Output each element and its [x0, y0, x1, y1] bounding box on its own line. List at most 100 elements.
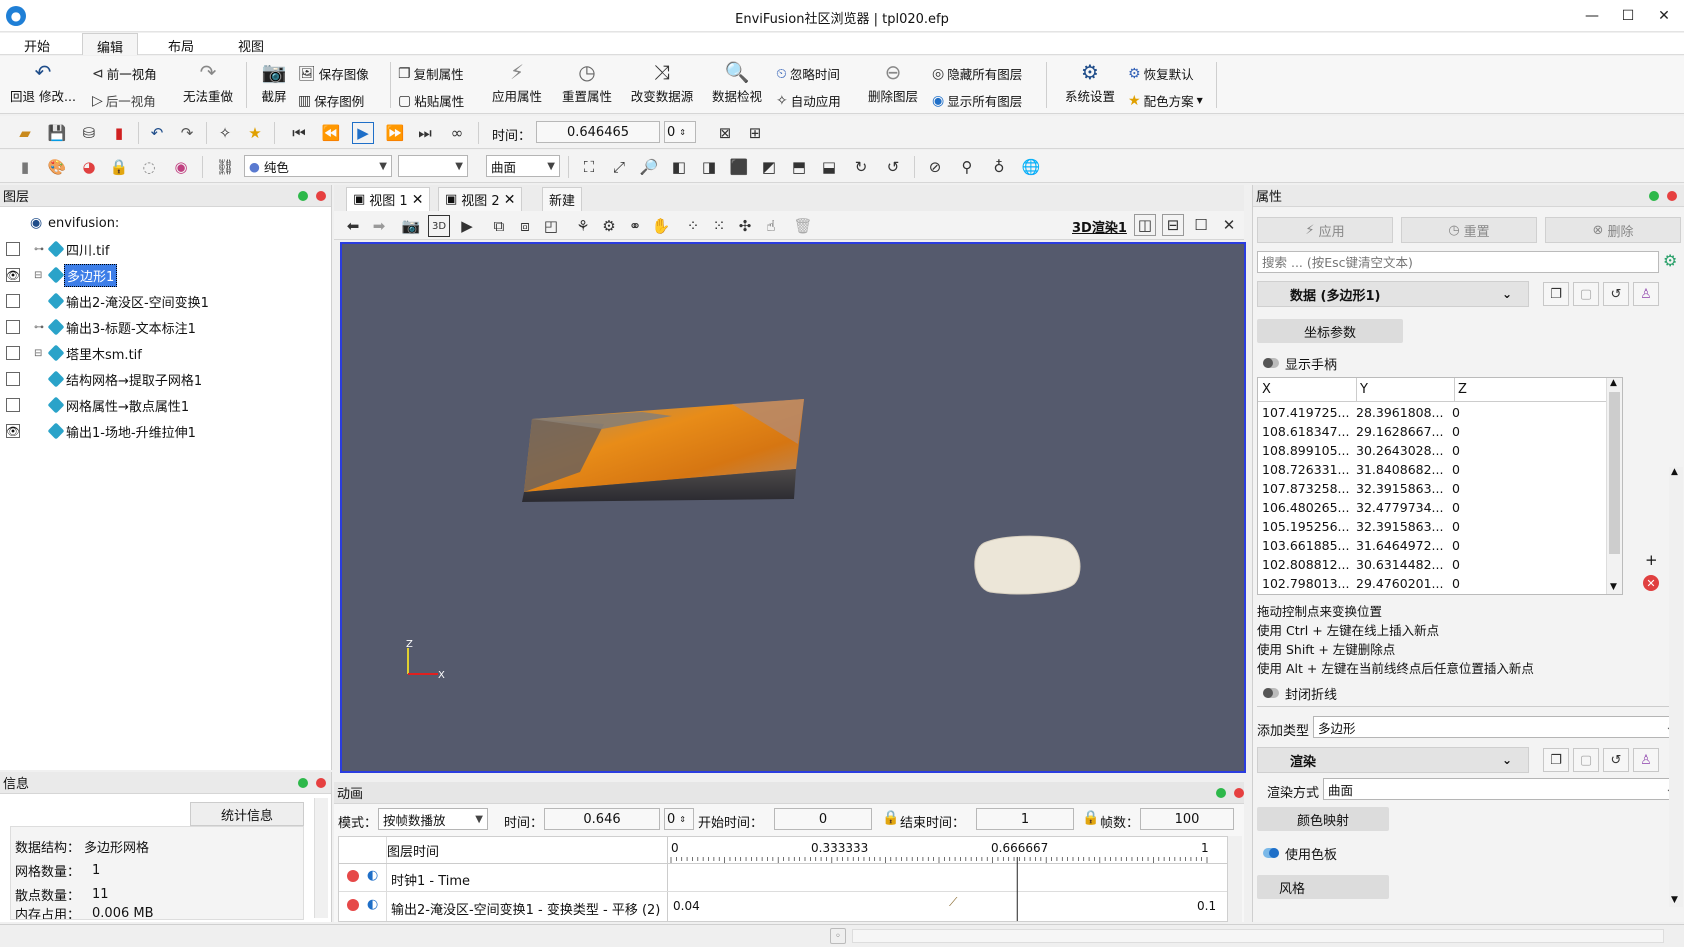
- layer-item[interactable]: ⊶ 四川.tif: [0, 237, 330, 261]
- visibility-checkbox[interactable]: 👁: [6, 268, 20, 282]
- toggle-icon[interactable]: ◐: [367, 897, 378, 912]
- visibility-checkbox[interactable]: [6, 294, 20, 308]
- table-row[interactable]: 108.726331... 31.8408682... 0: [1258, 461, 1604, 480]
- paste-props-button[interactable]: ▢ 粘贴属性: [398, 91, 464, 110]
- layer-item[interactable]: ⊶ 输出3-标题-文本标注1: [0, 315, 330, 339]
- trash-icon[interactable]: 🗑: [792, 215, 814, 237]
- collapse-icon[interactable]: ⊟: [34, 270, 42, 281]
- record-icon[interactable]: [347, 899, 359, 911]
- prev-frame-icon[interactable]: ⏪: [320, 122, 342, 144]
- visibility-checkbox[interactable]: [6, 372, 20, 386]
- play-icon[interactable]: ▶: [352, 122, 374, 144]
- dock-close-icon[interactable]: [316, 778, 326, 788]
- table-row[interactable]: 106.480265... 32.4779734... 0: [1258, 499, 1604, 518]
- table-row[interactable]: 108.618347... 29.1628667... 0: [1258, 423, 1604, 442]
- dock-float-icon[interactable]: [1216, 788, 1226, 798]
- expand-icon[interactable]: ⊶: [34, 322, 44, 333]
- record-icon[interactable]: [347, 870, 359, 882]
- select-polygon-icon[interactable]: ⚭: [624, 215, 646, 237]
- anim-time-field[interactable]: 0.646: [544, 808, 660, 830]
- lock-start-icon[interactable]: 🔒: [882, 810, 899, 826]
- apply-button[interactable]: ⚡ 应用: [1257, 217, 1393, 243]
- mode-select[interactable]: 按帧数播放 ▼: [378, 808, 488, 830]
- column-header-x[interactable]: X: [1262, 382, 1271, 397]
- visibility-checkbox[interactable]: 👁: [6, 424, 20, 438]
- reset-props-button[interactable]: ◷ 重置属性: [556, 58, 618, 105]
- end-time-field[interactable]: 1: [976, 808, 1074, 830]
- tab-view-2[interactable]: ▣ 视图 2 ✕: [438, 187, 523, 211]
- table-row[interactable]: 108.899105... 30.2643028... 0: [1258, 442, 1604, 461]
- layer-item[interactable]: 输出2-淹没区-空间变换1: [0, 289, 330, 313]
- cube-right-icon[interactable]: ◩: [758, 156, 780, 178]
- redo-button[interactable]: ↷ 无法重做: [178, 58, 238, 105]
- link-icon[interactable]: ⛓: [214, 156, 236, 178]
- split-vertical-icon[interactable]: ⊟: [1162, 214, 1184, 236]
- polygon-shape[interactable]: [974, 535, 1081, 595]
- cube-bottom-icon[interactable]: ⬓: [818, 156, 840, 178]
- last-frame-icon[interactable]: ⏭: [414, 122, 436, 144]
- cube-top-icon[interactable]: ⬒: [788, 156, 810, 178]
- tab-view[interactable]: 视图: [232, 36, 270, 55]
- visibility-checkbox[interactable]: [6, 398, 20, 412]
- style-subsection[interactable]: 风格: [1257, 875, 1389, 899]
- table-row[interactable]: 105.195256... 32.3915863... 0: [1258, 518, 1604, 537]
- tab-statistics[interactable]: 统计信息: [190, 802, 304, 826]
- select-cells-icon[interactable]: ⧉: [488, 215, 510, 237]
- terrain-block[interactable]: [522, 399, 804, 502]
- cube-left-icon[interactable]: ⬛: [728, 156, 750, 178]
- next-frame-icon[interactable]: ⏩: [384, 122, 406, 144]
- first-frame-icon[interactable]: ⏮: [288, 122, 310, 144]
- camera-add-icon[interactable]: ⊞: [744, 122, 766, 144]
- rotate-cw-icon[interactable]: ↻: [850, 156, 872, 178]
- zoom-icon[interactable]: 🔎: [638, 156, 660, 178]
- dock-float-icon[interactable]: [1649, 191, 1659, 201]
- dock-close-icon[interactable]: [1234, 788, 1244, 798]
- pin-small-icon[interactable]: ✧: [214, 122, 236, 144]
- scroll-up-icon[interactable]: ▲: [1610, 378, 1617, 388]
- video-icon[interactable]: ▶: [456, 215, 478, 237]
- lock-end-icon[interactable]: 🔒: [1082, 810, 1099, 826]
- copy-prop-icon[interactable]: ❐: [1543, 748, 1569, 772]
- bookmark-icon[interactable]: ▮: [108, 122, 130, 144]
- camera-remove-icon[interactable]: ⊠: [714, 122, 736, 144]
- forward-view-icon[interactable]: ➡: [368, 215, 390, 237]
- status-icon[interactable]: ◦: [830, 928, 846, 944]
- undo-small-icon[interactable]: ↶: [146, 122, 168, 144]
- close-button[interactable]: ✕: [1644, 4, 1684, 28]
- ignore-time-button[interactable]: ⏲ 忽略时间: [776, 64, 840, 83]
- points-scatter-icon[interactable]: ✣: [734, 215, 756, 237]
- properties-scrollbar[interactable]: ▲ ▼: [1669, 467, 1683, 907]
- back-view-icon[interactable]: ⬅: [342, 215, 364, 237]
- property-search-input[interactable]: [1257, 251, 1659, 273]
- reset-button[interactable]: ◷ 重置: [1401, 217, 1537, 243]
- remove-point-icon[interactable]: ✕: [1643, 575, 1659, 591]
- cube-front-icon[interactable]: ◧: [668, 156, 690, 178]
- layer-item[interactable]: 👁 输出1-场地-升维拉伸1: [0, 419, 330, 443]
- scroll-down-icon[interactable]: ▼: [1610, 582, 1617, 592]
- hide-all-button[interactable]: ◎ 隐藏所有图层: [932, 64, 1022, 83]
- visibility-checkbox[interactable]: [6, 346, 20, 360]
- points-box-icon[interactable]: ⁙: [708, 215, 730, 237]
- close-view-icon[interactable]: ✕: [1218, 214, 1240, 236]
- render-section-header[interactable]: 渲染 ⌄: [1257, 747, 1529, 773]
- render-mode-select[interactable]: 曲面⌄: [1323, 778, 1679, 800]
- open-icon[interactable]: ▰: [14, 122, 36, 144]
- redo-small-icon[interactable]: ↷: [176, 122, 198, 144]
- tab-new[interactable]: 新建: [542, 187, 583, 211]
- collapse-icon[interactable]: ⊟: [34, 348, 42, 359]
- copy-props-button[interactable]: ❐ 复制属性: [398, 64, 464, 83]
- tab-start[interactable]: 开始: [18, 36, 56, 55]
- history-icon[interactable]: ↺: [1603, 282, 1629, 306]
- scroll-up-icon[interactable]: ▲: [1671, 467, 1678, 477]
- restore-default-button[interactable]: ⚙ 恢复默认: [1128, 64, 1194, 83]
- render-view-label[interactable]: 3D渲染1: [1072, 217, 1127, 236]
- delete-layer-button[interactable]: ⊖ 删除图层: [864, 58, 922, 105]
- close-tab-icon[interactable]: ✕: [504, 192, 516, 208]
- info-scrollbar[interactable]: [314, 798, 328, 918]
- user-icon[interactable]: ♙: [1633, 282, 1659, 306]
- rotate-ccw-icon[interactable]: ↺: [882, 156, 904, 178]
- auto-apply-button[interactable]: ✧ 自动应用: [776, 91, 841, 110]
- points-icon[interactable]: ⁘: [682, 215, 704, 237]
- split-horizontal-icon[interactable]: ◫: [1134, 214, 1156, 236]
- cube-back-icon[interactable]: ◨: [698, 156, 720, 178]
